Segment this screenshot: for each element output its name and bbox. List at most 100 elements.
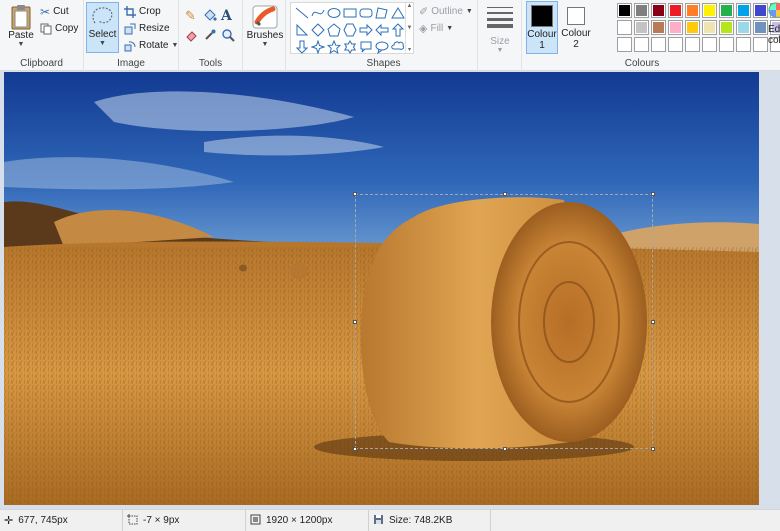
palette-swatch[interactable] [651,20,666,35]
size-button[interactable]: Size ▼ [484,4,516,54]
rectangle-shape-icon[interactable] [343,6,357,20]
chevron-down-icon[interactable]: ▼ [407,25,413,31]
selection-handle[interactable] [353,320,357,324]
copy-button[interactable]: Copy [40,21,78,36]
palette-swatch[interactable] [753,20,768,35]
palette-swatch[interactable] [753,37,768,52]
drawing-canvas[interactable] [4,72,759,505]
palette-swatch[interactable] [736,20,751,35]
outline-button[interactable]: ✐ Outline ▼ [419,4,473,19]
five-point-star-shape-icon[interactable] [327,40,341,54]
palette-swatch[interactable] [753,3,768,18]
palette-swatch[interactable] [668,3,683,18]
palette-swatch[interactable] [736,37,751,52]
palette-swatch-fill [704,22,715,33]
expand-gallery-icon[interactable]: ▾ [408,46,411,53]
color-picker-icon[interactable] [203,28,221,48]
palette-swatch[interactable] [651,3,666,18]
tools-group-label: Tools [198,58,223,69]
crop-button[interactable]: Crop [124,4,161,19]
palette-swatch[interactable] [719,20,734,35]
palette-swatch[interactable] [634,37,649,52]
rotate-button[interactable]: Rotate ▼ [124,38,178,53]
shapes-scrollbar[interactable]: ▲ ▼ ▾ [405,3,413,53]
rotate-label: Rotate [139,40,169,51]
oval-callout-shape-icon[interactable] [375,40,389,54]
right-triangle-shape-icon[interactable] [295,23,309,37]
up-arrow-shape-icon[interactable] [391,23,405,37]
palette-swatch-fill [721,22,732,33]
eraser-icon[interactable] [185,28,203,48]
line-shape-icon[interactable] [295,6,309,20]
palette-swatch[interactable] [702,3,717,18]
oval-shape-icon[interactable] [327,6,341,20]
brushes-button[interactable]: Brushes ▼ [247,4,283,48]
tools-group: ✎ A Tools [179,0,243,71]
selection-handle[interactable] [503,192,507,196]
palette-swatch[interactable] [651,37,666,52]
rounded-rectangle-shape-icon[interactable] [359,6,373,20]
curve-shape-icon[interactable] [311,6,325,20]
triangle-shape-icon[interactable] [391,6,405,20]
palette-swatch-fill [653,5,664,16]
down-arrow-shape-icon[interactable] [295,40,309,54]
rounded-callout-shape-icon[interactable] [359,40,373,54]
palette-swatch[interactable] [617,20,632,35]
colour1-button[interactable]: Colour 1 [526,1,558,54]
palette-swatch-fill [755,22,766,33]
palette-swatch[interactable] [685,37,700,52]
selection-handle[interactable] [651,192,655,196]
cloud-callout-shape-icon[interactable] [391,40,405,54]
palette-swatch[interactable] [702,37,717,52]
palette-swatch-fill [721,39,732,50]
selection-handle[interactable] [503,447,507,451]
magnifier-icon[interactable] [221,28,239,48]
selection-handle[interactable] [651,320,655,324]
text-icon[interactable]: A [221,8,239,28]
shapes-gallery: ▲ ▼ ▾ [290,2,414,54]
paste-button[interactable]: Paste ▼ [6,4,36,48]
palette-swatch[interactable] [634,20,649,35]
file-size-value: Size: 748.2KB [389,515,453,526]
crop-icon [124,5,136,18]
palette-swatch[interactable] [634,3,649,18]
pentagon-shape-icon[interactable] [327,23,341,37]
left-arrow-shape-icon[interactable] [375,23,389,37]
resize-button[interactable]: Resize [124,21,170,36]
line-size-icon [487,7,513,28]
six-point-star-shape-icon[interactable] [343,40,357,54]
palette-swatch[interactable] [736,3,751,18]
four-point-star-shape-icon[interactable] [311,40,325,54]
diamond-shape-icon[interactable] [311,23,325,37]
palette-swatch[interactable] [668,20,683,35]
edit-colours-label-line2: colo [768,35,780,46]
selection-handle[interactable] [353,192,357,196]
palette-swatch[interactable] [719,3,734,18]
cut-label: Cut [53,6,69,17]
selection-rectangle[interactable] [353,192,655,451]
fill-bucket-icon: ◈ [419,23,428,35]
selection-handle[interactable] [651,447,655,451]
palette-swatch[interactable] [617,3,632,18]
fill-button[interactable]: ◈ Fill ▼ [419,21,453,36]
chevron-up-icon[interactable]: ▲ [407,3,413,9]
palette-swatch[interactable] [617,37,632,52]
colour2-button[interactable]: Colour 2 [560,2,592,50]
palette-swatch-fill [670,22,681,33]
pencil-icon[interactable]: ✎ [185,8,203,28]
fill-bucket-icon[interactable] [203,8,221,28]
hexagon-shape-icon[interactable] [343,23,357,37]
cut-button[interactable]: ✂ Cut [40,4,69,19]
right-arrow-shape-icon[interactable] [359,23,373,37]
select-button[interactable]: Select ▼ [86,2,119,53]
polygon-shape-icon[interactable] [375,6,389,20]
palette-swatch[interactable] [685,3,700,18]
selection-size-value: -7 × 9px [143,515,180,526]
palette-swatch[interactable] [719,37,734,52]
palette-swatch[interactable] [668,37,683,52]
palette-swatch[interactable] [702,20,717,35]
edit-colours-button[interactable]: Ed colo [768,2,780,46]
selection-handle[interactable] [353,447,357,451]
palette-swatch[interactable] [685,20,700,35]
palette-swatch-fill [755,39,766,50]
